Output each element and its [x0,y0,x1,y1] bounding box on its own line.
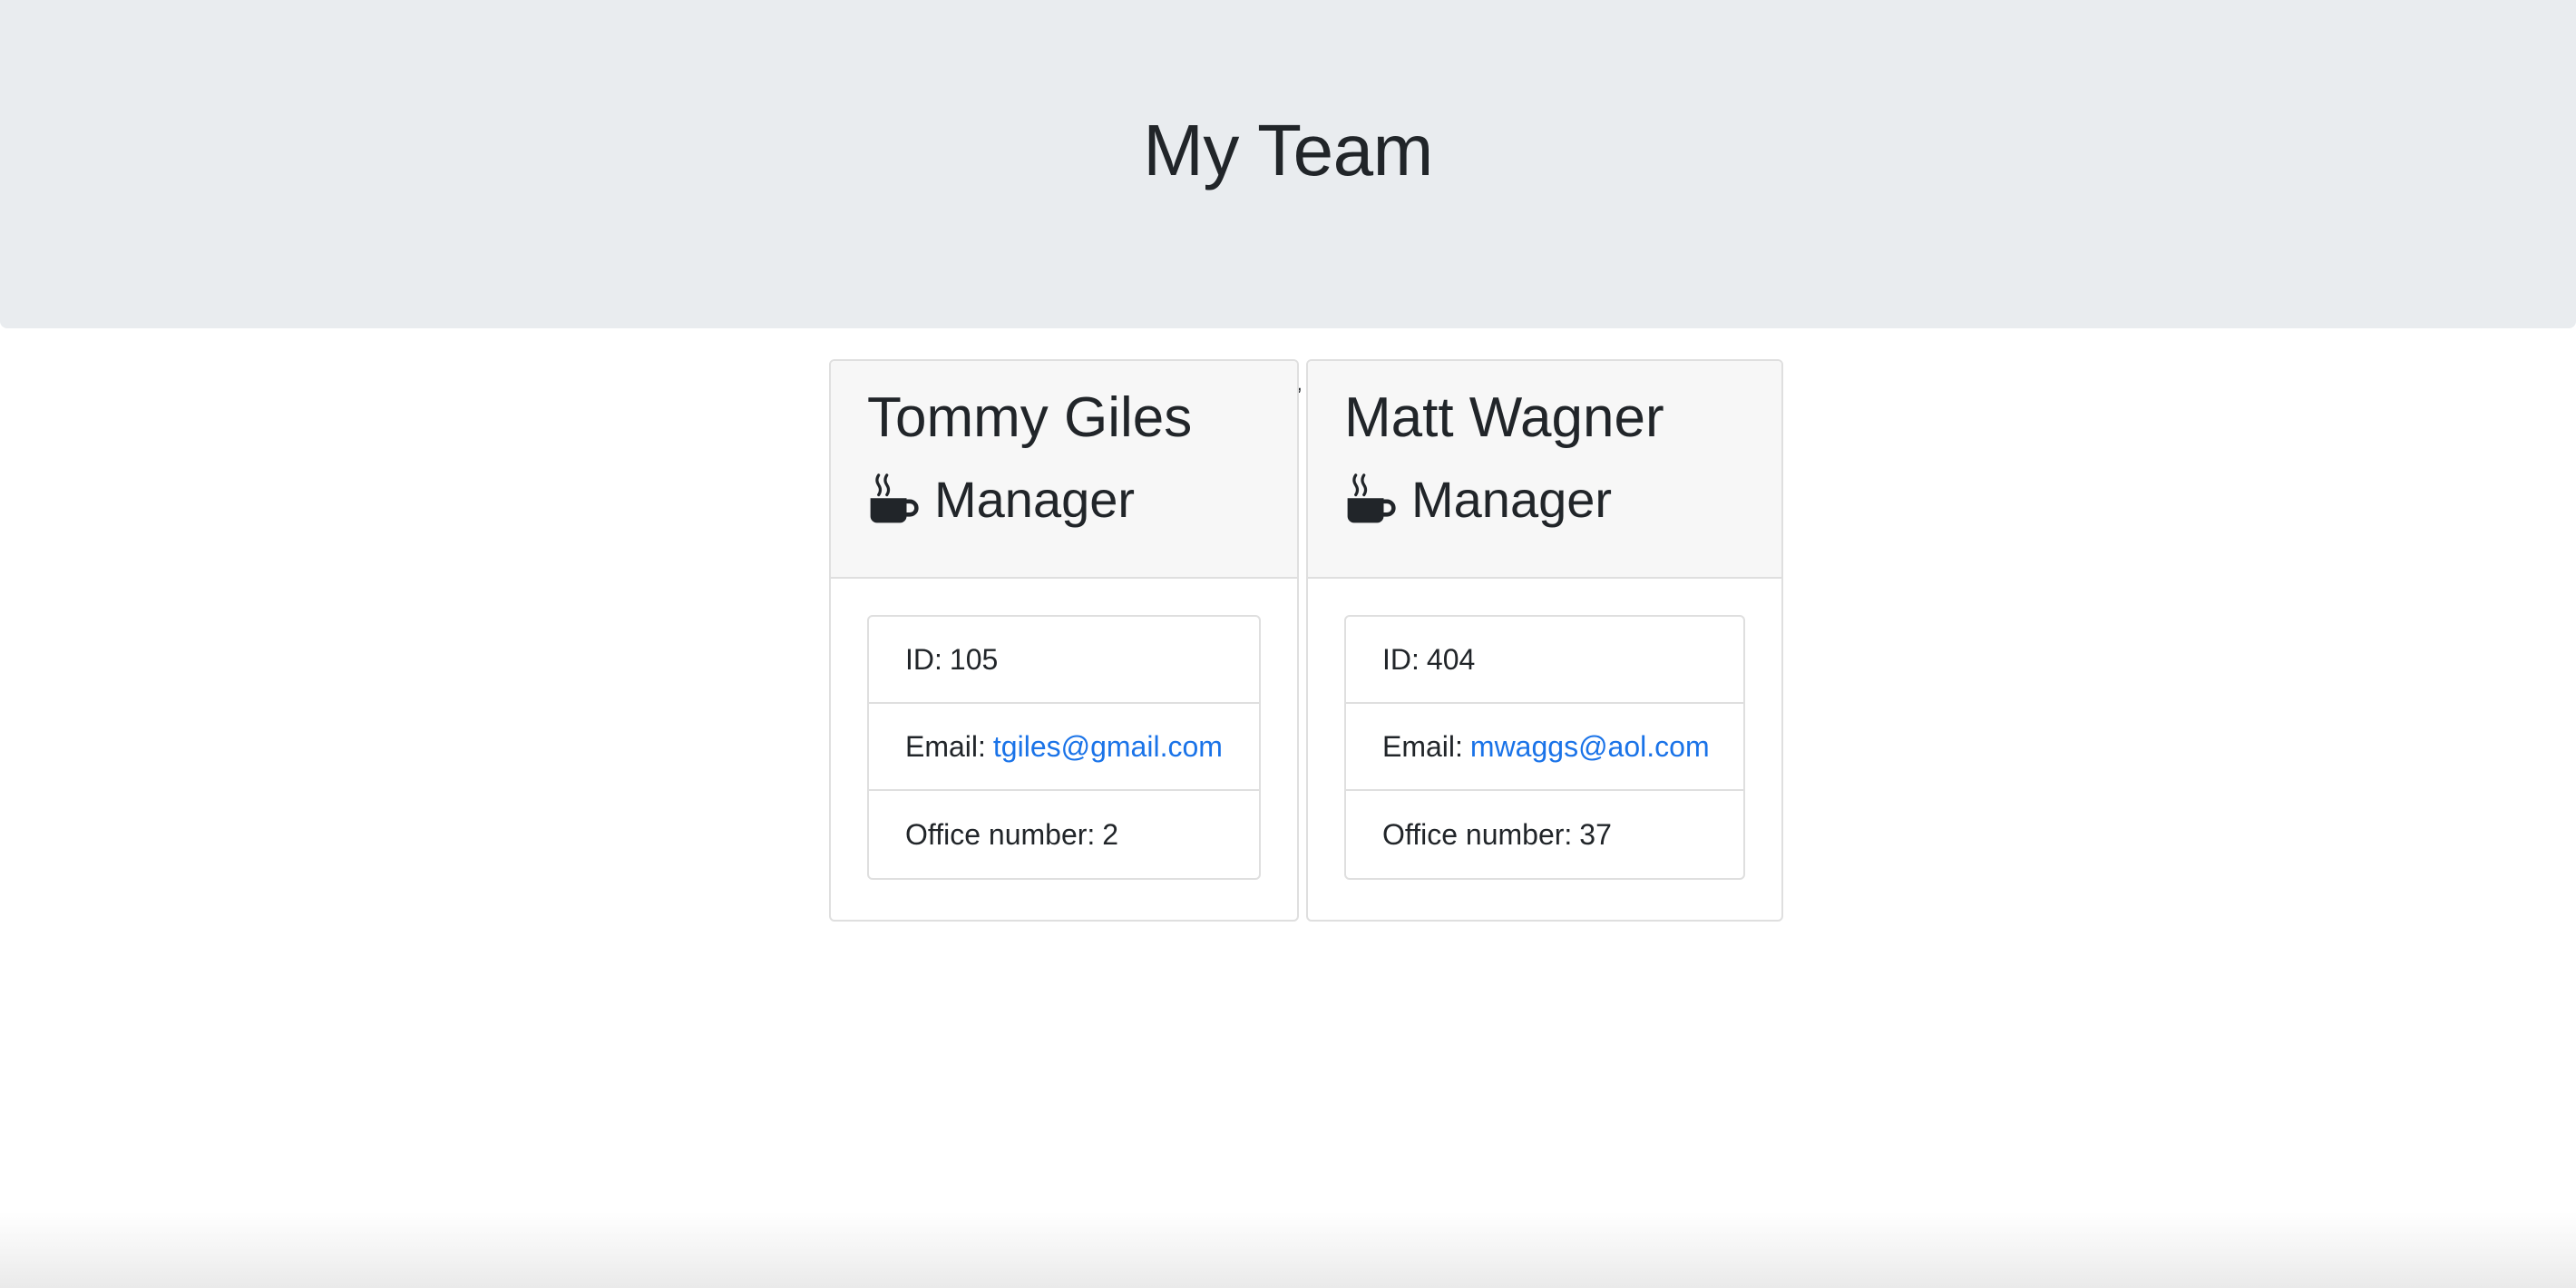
employee-id: ID: 404 [1346,617,1743,704]
employee-role: Manager [1344,473,1781,526]
employee-card: Matt Wagner Manager ID: 404 Email: mwagg… [1306,359,1783,922]
window-bottom-shadow [0,1212,2576,1288]
employee-role: Manager [867,473,1297,526]
card-header: Tommy Giles Manager [831,361,1297,579]
card-body: ID: 404 Email: mwaggs@aol.com Office num… [1308,579,1781,916]
employee-office: Office number: 37 [1382,817,1612,851]
employee-office: Office number: 2 [905,817,1119,851]
employee-card: Tommy Giles Manager ID: 105 Email: tgile… [829,359,1299,922]
email-link[interactable]: tgiles@gmail.com [993,730,1223,764]
coffee-mug-icon [1347,473,1396,523]
employee-email: Email: tgiles@gmail.com [869,704,1259,791]
email-link[interactable]: mwaggs@aol.com [1470,730,1710,764]
page-title: My Team [1143,110,1433,190]
employee-email: Email: mwaggs@aol.com [1346,704,1743,791]
employee-id: ID: 105 [869,617,1259,704]
card-body: ID: 105 Email: tgiles@gmail.com Office n… [831,579,1297,916]
page-header: My Team [0,0,2576,328]
info-list: ID: 105 Email: tgiles@gmail.com Office n… [867,615,1261,880]
employee-name: Tommy Giles [867,386,1193,449]
role-label: Manager [1411,471,1613,528]
info-list: ID: 404 Email: mwaggs@aol.com Office num… [1344,615,1745,880]
role-label: Manager [934,471,1136,528]
coffee-mug-icon [870,473,919,523]
employee-name: Matt Wagner [1344,386,1664,449]
card-header: Matt Wagner Manager [1308,361,1781,579]
